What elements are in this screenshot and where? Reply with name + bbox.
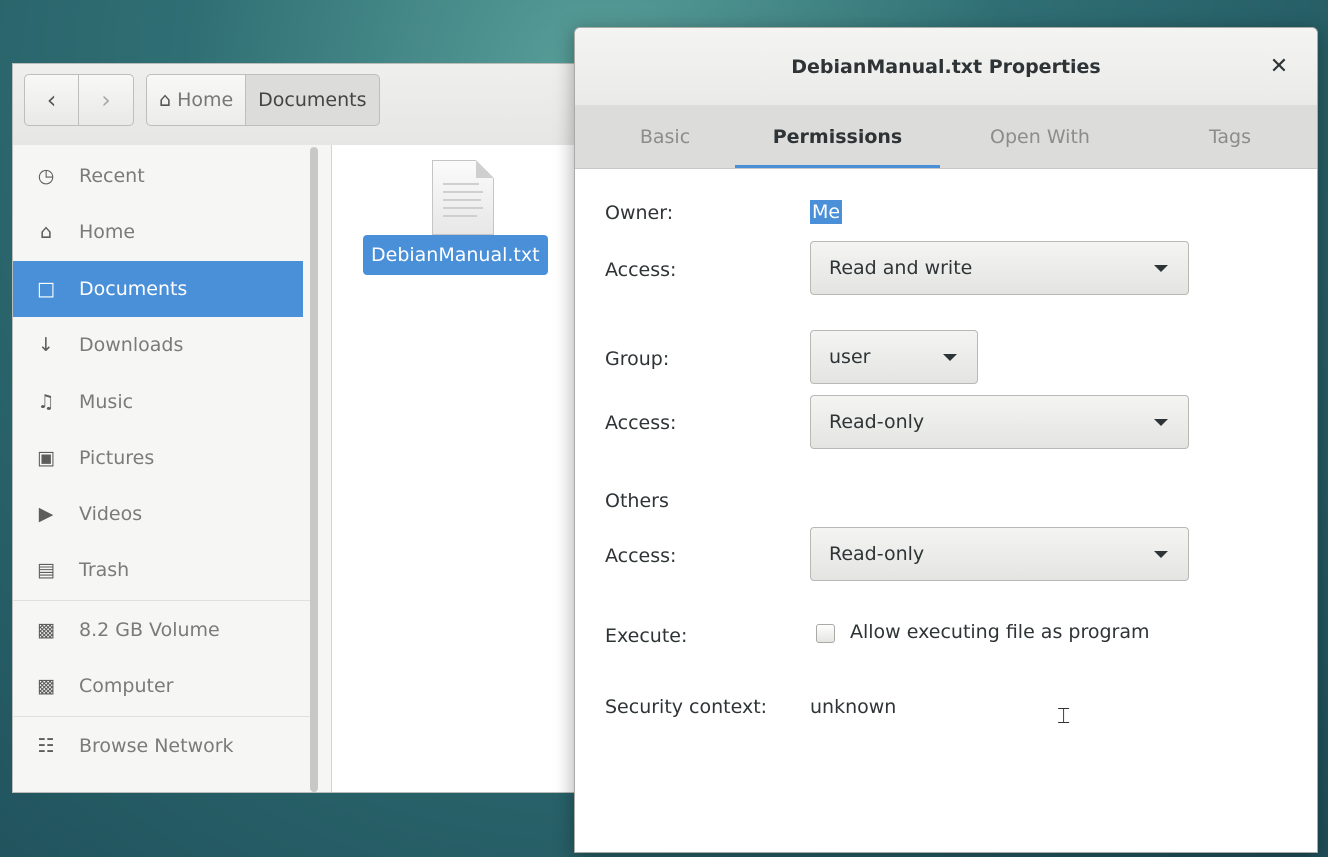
- tab-basic[interactable]: Basic: [595, 105, 735, 168]
- security-context-label: Security context:: [605, 696, 768, 718]
- sidebar-item-volume[interactable]: ▩ 8.2 GB Volume: [13, 602, 303, 658]
- sidebar-item-label: Trash: [79, 559, 130, 581]
- group-access-label: Access:: [605, 412, 677, 434]
- trash-icon: ▤: [37, 559, 55, 581]
- dropdown-arrow-icon: [943, 354, 957, 361]
- group-label: Group:: [605, 348, 670, 370]
- owner-value[interactable]: Me: [810, 200, 843, 224]
- chevron-left-icon: ‹: [46, 86, 57, 114]
- tab-tags[interactable]: Tags: [1165, 105, 1295, 168]
- sidebar-item-label: Documents: [79, 278, 188, 300]
- sidebar-item-recent[interactable]: ◷ Recent: [13, 148, 303, 204]
- owner-access-dropdown[interactable]: Read and write: [810, 241, 1189, 295]
- history-buttons: ‹ ›: [24, 74, 134, 126]
- properties-dialog: DebianManual.txt Properties ✕ Basic Perm…: [574, 27, 1318, 853]
- sidebar-item-computer[interactable]: ▩ Computer: [13, 658, 303, 714]
- sidebar-item-trash[interactable]: ▤ Trash: [13, 542, 303, 598]
- sidebar-item-pictures[interactable]: ▣ Pictures: [13, 430, 303, 486]
- tab-label: Open With: [990, 125, 1090, 148]
- dropdown-arrow-icon: [1154, 419, 1168, 426]
- text-cursor-icon: ⌶: [1057, 704, 1071, 729]
- group-value: user: [829, 346, 871, 368]
- dropdown-arrow-icon: [1154, 265, 1168, 272]
- tab-open-with[interactable]: Open With: [960, 105, 1120, 168]
- execute-checkbox-label[interactable]: Allow executing file as program: [850, 621, 1149, 643]
- tab-permissions[interactable]: Permissions: [735, 105, 940, 168]
- execute-checkbox[interactable]: [816, 624, 835, 643]
- sidebar-item-label: Recent: [79, 165, 145, 187]
- sidebar-item-label: Pictures: [79, 447, 155, 469]
- chevron-right-icon: ›: [101, 86, 111, 114]
- close-button[interactable]: ✕: [1265, 52, 1293, 80]
- home-icon: ⌂: [159, 89, 172, 111]
- owner-label: Owner:: [605, 202, 674, 224]
- group-access-value: Read-only: [829, 411, 925, 433]
- sidebar-item-browse-network[interactable]: ☷ Browse Network: [13, 718, 303, 774]
- tab-label: Permissions: [772, 125, 903, 148]
- sidebar-item-label: Videos: [79, 503, 143, 525]
- download-icon: ↓: [38, 334, 54, 356]
- document-icon: □: [37, 278, 55, 300]
- tab-label: Tags: [1208, 125, 1252, 148]
- dialog-titlebar: DebianManual.txt Properties: [575, 28, 1317, 106]
- breadcrumb-documents[interactable]: Documents: [246, 74, 380, 126]
- sidebar-scrollbar[interactable]: [310, 147, 318, 792]
- tab-bar: Basic Permissions Open With Tags: [575, 105, 1317, 169]
- drive-icon: ▩: [37, 619, 55, 641]
- sidebar-item-downloads[interactable]: ↓ Downloads: [13, 317, 303, 373]
- execute-label: Execute:: [605, 625, 688, 647]
- music-icon: ♫: [37, 391, 55, 413]
- dialog-title: DebianManual.txt Properties: [791, 55, 1101, 78]
- clock-icon: ◷: [37, 165, 55, 187]
- breadcrumb-home-label: Home: [177, 89, 234, 111]
- file-manager-headerbar: ‹ › ⌂ Home Documents: [13, 64, 631, 146]
- file-name-label[interactable]: DebianManual.txt: [363, 235, 548, 275]
- forward-button[interactable]: ›: [79, 74, 134, 126]
- group-dropdown[interactable]: user: [810, 330, 978, 384]
- sidebar-separator: [13, 600, 313, 601]
- others-access-value: Read-only: [829, 543, 925, 565]
- sidebar-item-home[interactable]: ⌂ Home: [13, 204, 303, 260]
- others-access-dropdown[interactable]: Read-only: [810, 527, 1189, 581]
- breadcrumb: ⌂ Home Documents: [146, 74, 380, 126]
- security-context-value: unknown: [810, 696, 897, 718]
- sidebar-item-videos[interactable]: ▶ Videos: [13, 486, 303, 542]
- sidebar-item-label: Home: [79, 221, 136, 243]
- sidebar-item-label: Browse Network: [79, 735, 234, 757]
- camera-icon: ▣: [37, 447, 55, 469]
- sidebar-item-label: Music: [79, 391, 134, 413]
- breadcrumb-home[interactable]: ⌂ Home: [146, 74, 247, 126]
- video-icon: ▶: [38, 503, 54, 525]
- sidebar-item-label: Computer: [79, 675, 174, 697]
- back-button[interactable]: ‹: [24, 74, 79, 126]
- sidebar-item-music[interactable]: ♫ Music: [13, 374, 303, 430]
- owner-access-label: Access:: [605, 259, 677, 281]
- dropdown-arrow-icon: [1154, 551, 1168, 558]
- sidebar-item-documents[interactable]: □ Documents: [13, 261, 303, 317]
- network-icon: ☷: [37, 735, 55, 757]
- others-label: Others: [605, 490, 669, 512]
- sidebar-item-label: 8.2 GB Volume: [79, 619, 220, 641]
- owner-access-value: Read and write: [829, 257, 973, 279]
- drive-icon: ▩: [37, 675, 55, 697]
- text-file-icon[interactable]: [432, 160, 494, 235]
- file-manager-window: ‹ › ⌂ Home Documents ◷ Recent ⌂ Home □ D…: [12, 63, 632, 793]
- sidebar-item-label: Downloads: [79, 334, 184, 356]
- home-icon: ⌂: [39, 221, 53, 243]
- breadcrumb-documents-label: Documents: [258, 89, 367, 111]
- places-sidebar: ◷ Recent ⌂ Home □ Documents ↓ Downloads …: [13, 145, 332, 792]
- sidebar-separator: [13, 716, 313, 717]
- group-access-dropdown[interactable]: Read-only: [810, 395, 1189, 449]
- others-access-label: Access:: [605, 545, 677, 567]
- close-icon: ✕: [1269, 53, 1289, 79]
- tab-label: Basic: [639, 125, 691, 148]
